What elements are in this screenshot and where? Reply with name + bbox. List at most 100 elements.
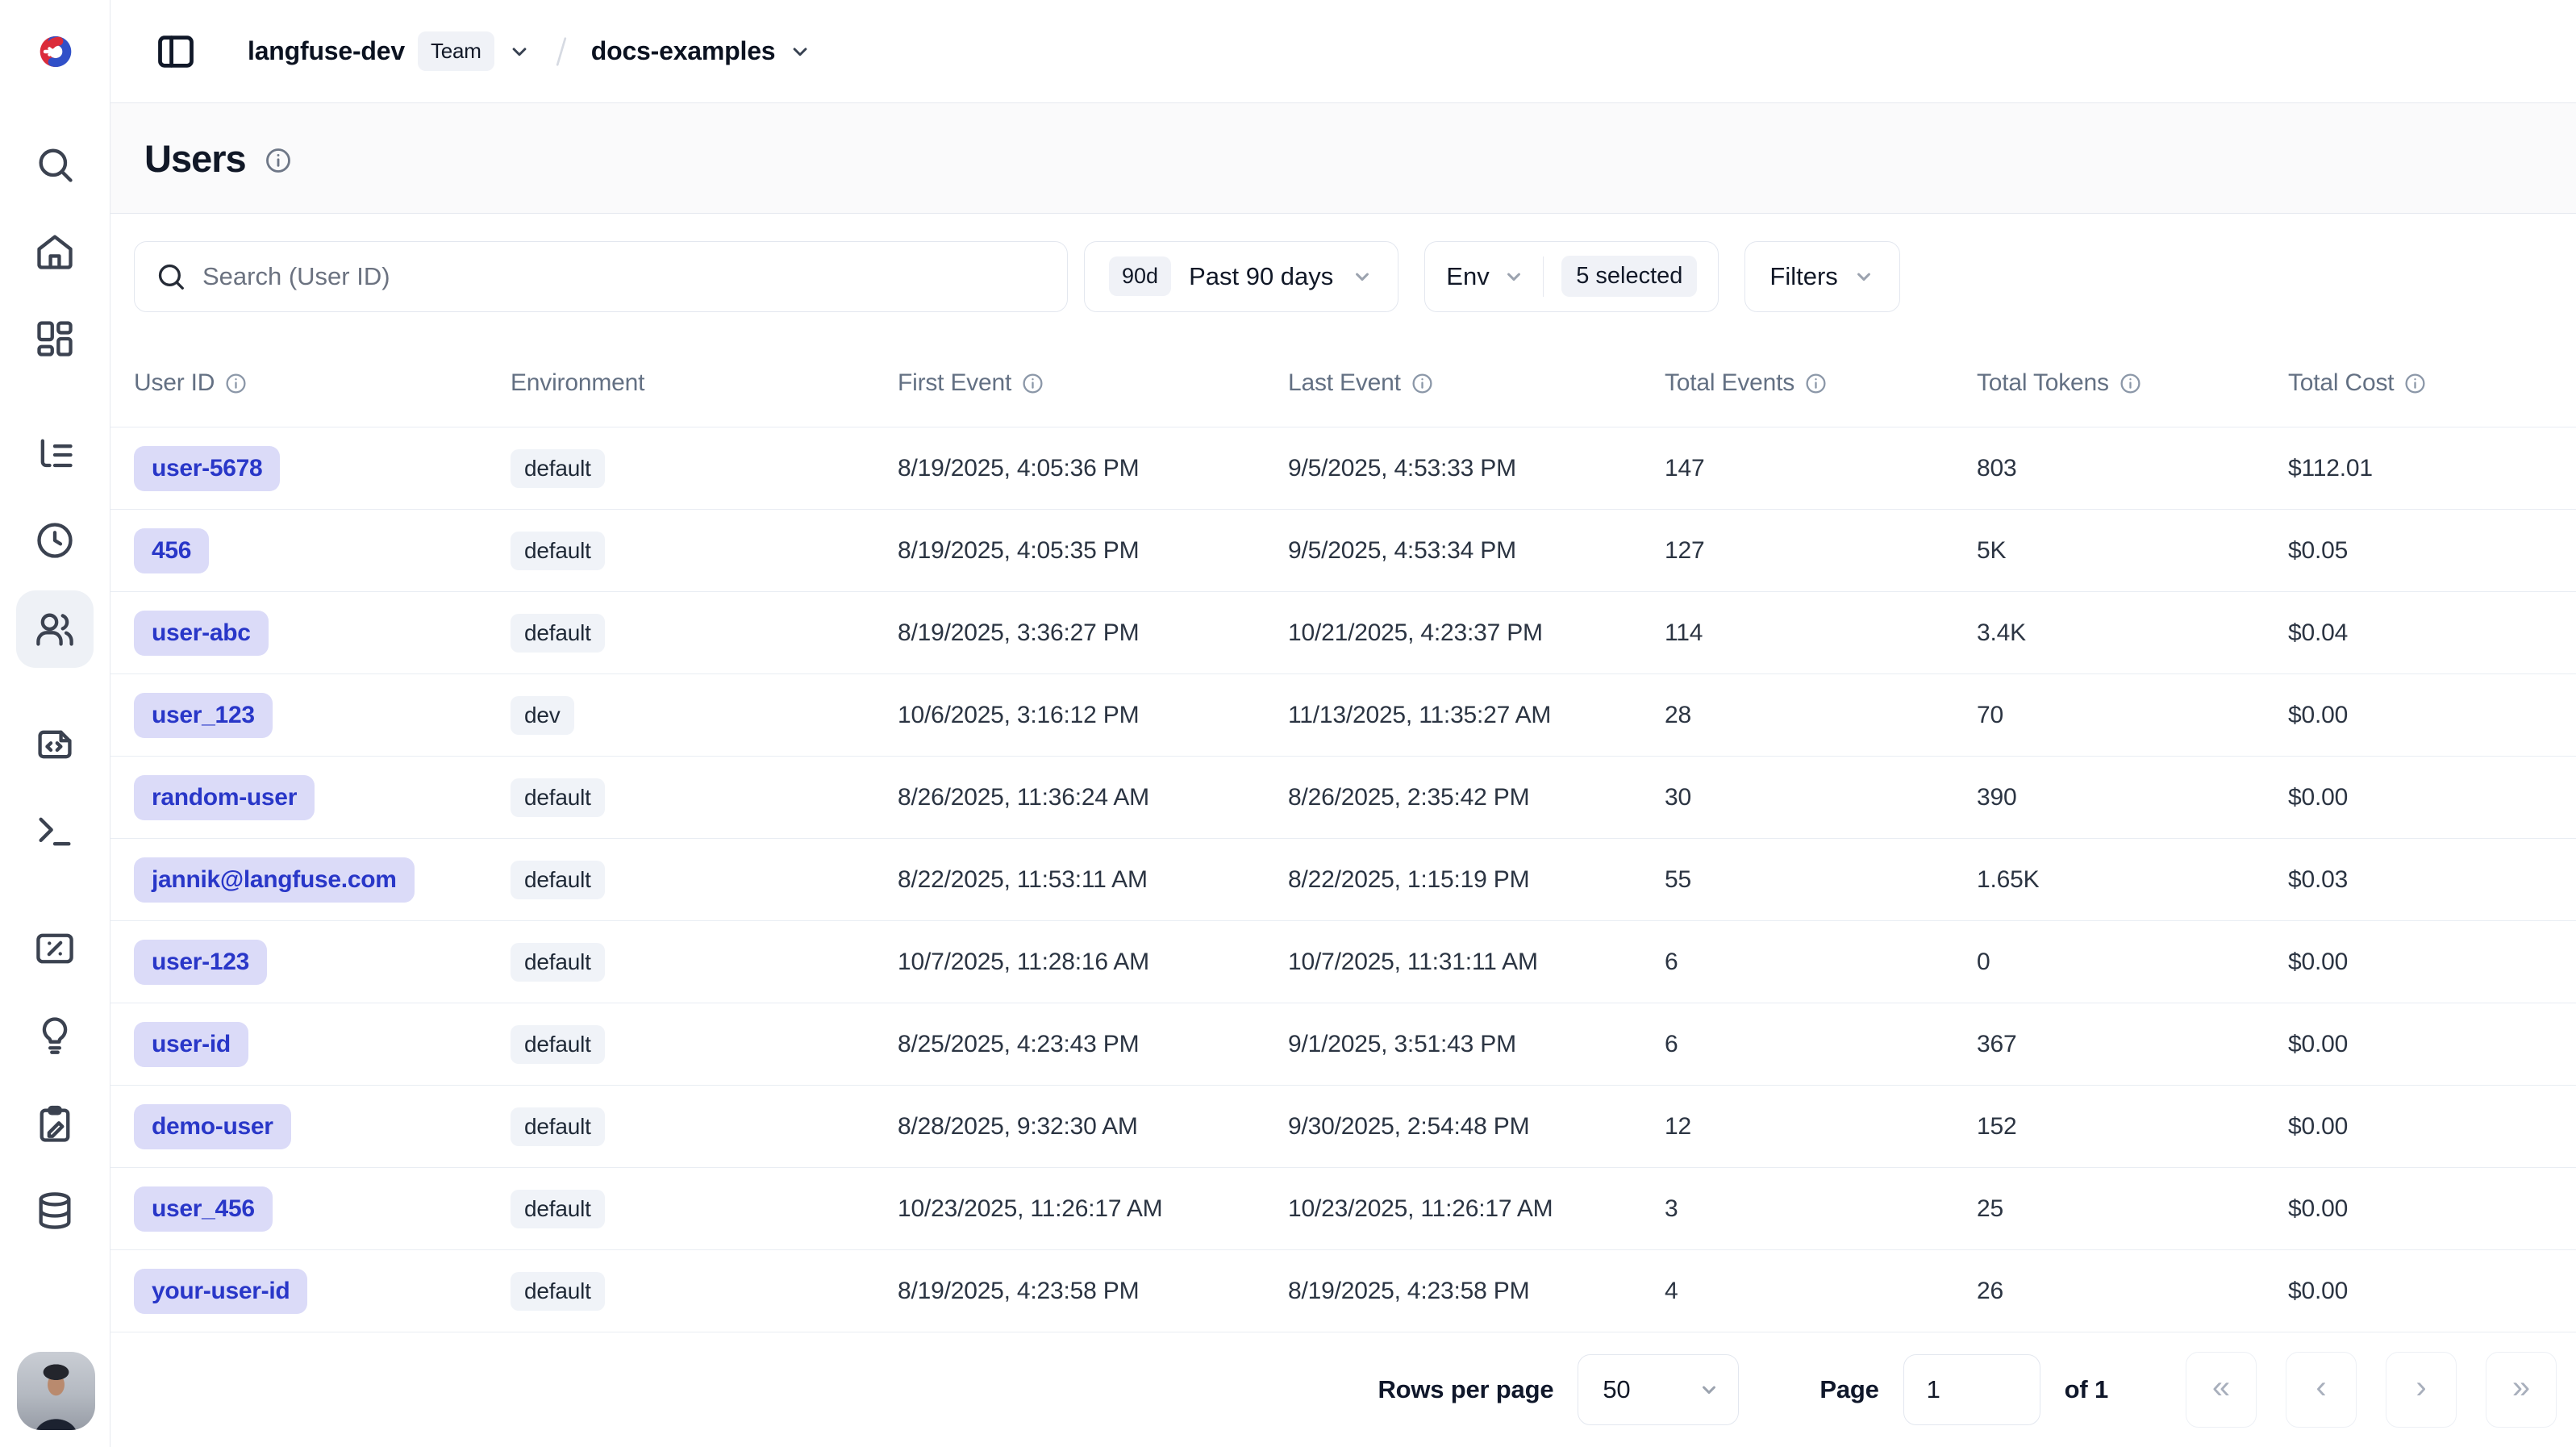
column-header-total_events[interactable]: Total Events (1665, 369, 1977, 397)
total-tokens-cell: 0 (1977, 949, 2288, 976)
first-page-button[interactable]: « (2186, 1352, 2257, 1428)
first-event-cell: 8/26/2025, 11:36:24 AM (898, 784, 1288, 811)
sidebar-prompts-icon[interactable] (16, 706, 94, 783)
rows-per-page-label: Rows per page (1378, 1375, 1553, 1404)
org-breadcrumb[interactable]: langfuse-dev Team (248, 31, 531, 71)
filter-bar: 90d Past 90 days Env 5 selected Filters (110, 214, 2576, 339)
total-events-cell: 114 (1665, 619, 1977, 647)
info-icon[interactable] (1804, 372, 1828, 395)
column-header-first_event[interactable]: First Event (898, 369, 1288, 397)
user-id-badge[interactable]: user-123 (134, 940, 267, 985)
environment-filter-button[interactable]: Env 5 selected (1424, 241, 1719, 312)
divider (1543, 256, 1544, 297)
total-cost-cell: $0.03 (2288, 866, 2576, 894)
column-header-total_tokens[interactable]: Total Tokens (1977, 369, 2288, 397)
user-id-badge[interactable]: user_456 (134, 1186, 273, 1232)
user-id-badge[interactable]: 456 (134, 528, 209, 573)
column-header-last_event[interactable]: Last Event (1288, 369, 1665, 397)
user-id-badge[interactable]: random-user (134, 775, 315, 820)
column-header-environment[interactable]: Environment (511, 369, 898, 397)
total-events-cell: 30 (1665, 784, 1977, 811)
total-events-cell: 147 (1665, 455, 1977, 482)
page-header: Users (110, 103, 2576, 214)
info-icon[interactable] (2403, 372, 2427, 395)
sidebar-datasets-icon[interactable] (16, 1172, 94, 1249)
table-row[interactable]: your-user-id default 8/19/2025, 4:23:58 … (110, 1250, 2576, 1332)
user-id-badge[interactable]: demo-user (134, 1104, 291, 1149)
environment-badge: default (511, 449, 605, 488)
sidebar-evals-icon[interactable] (16, 910, 94, 987)
sidebar-lightbulb-icon[interactable] (16, 996, 94, 1074)
first-event-cell: 8/22/2025, 11:53:11 AM (898, 866, 1288, 894)
total-cost-cell: $0.00 (2288, 1195, 2576, 1223)
table-row[interactable]: jannik@langfuse.com default 8/22/2025, 1… (110, 839, 2576, 921)
table-row[interactable]: user-id default 8/25/2025, 4:23:43 PM 9/… (110, 1003, 2576, 1086)
table-row[interactable]: user-123 default 10/7/2025, 11:28:16 AM … (110, 921, 2576, 1003)
table-row[interactable]: user_456 default 10/23/2025, 11:26:17 AM… (110, 1168, 2576, 1250)
info-icon[interactable] (2119, 372, 2142, 395)
total-events-cell: 6 (1665, 949, 1977, 976)
search-input[interactable] (202, 262, 1046, 291)
project-name: docs-examples (591, 36, 776, 66)
breadcrumb-separator (543, 33, 580, 70)
sidebar-toggle-icon[interactable] (152, 28, 199, 75)
user-id-badge[interactable]: user-id (134, 1022, 248, 1067)
previous-page-button[interactable]: ‹ (2286, 1352, 2357, 1428)
date-range-button[interactable]: 90d Past 90 days (1084, 241, 1398, 312)
sidebar-annotation-icon[interactable] (16, 1086, 94, 1163)
user-avatar[interactable] (17, 1352, 95, 1430)
table-row[interactable]: user-abc default 8/19/2025, 3:36:27 PM 1… (110, 592, 2576, 674)
table-row[interactable]: user-5678 default 8/19/2025, 4:05:36 PM … (110, 427, 2576, 510)
environment-badge: default (511, 861, 605, 899)
environment-badge: default (511, 1190, 605, 1228)
user-id-badge[interactable]: user_123 (134, 693, 273, 738)
total-events-cell: 3 (1665, 1195, 1977, 1223)
total-tokens-cell: 25 (1977, 1195, 2288, 1223)
rows-per-page-select[interactable]: 50 (1578, 1354, 1739, 1425)
total-events-cell: 55 (1665, 866, 1977, 894)
table-row[interactable]: random-user default 8/26/2025, 11:36:24 … (110, 757, 2576, 839)
date-range-label: Past 90 days (1189, 262, 1333, 291)
info-icon[interactable] (264, 146, 293, 175)
chevrons-right-icon: » (2512, 1371, 2530, 1403)
sidebar-users-icon[interactable] (16, 590, 94, 668)
total-tokens-cell: 152 (1977, 1113, 2288, 1141)
total-cost-cell: $0.04 (2288, 619, 2576, 647)
environment-badge: default (511, 1025, 605, 1064)
sidebar-sessions-icon[interactable] (16, 502, 94, 579)
column-header-total_cost[interactable]: Total Cost (2288, 369, 2576, 397)
next-page-button[interactable]: › (2386, 1352, 2457, 1428)
table-row[interactable]: 456 default 8/19/2025, 4:05:35 PM 9/5/20… (110, 510, 2576, 592)
info-icon[interactable] (224, 372, 248, 395)
total-events-cell: 12 (1665, 1113, 1977, 1141)
sidebar-dashboards-icon[interactable] (16, 300, 94, 377)
info-icon[interactable] (1021, 372, 1044, 395)
first-event-cell: 8/19/2025, 4:23:58 PM (898, 1278, 1288, 1305)
user-id-badge[interactable]: your-user-id (134, 1269, 307, 1314)
filters-label: Filters (1769, 262, 1837, 291)
page-number-input[interactable] (1903, 1354, 2040, 1425)
user-id-badge[interactable]: jannik@langfuse.com (134, 857, 415, 903)
user-id-badge[interactable]: user-5678 (134, 446, 280, 491)
users-table: User IDEnvironmentFirst EventLast EventT… (110, 339, 2576, 1332)
langfuse-logo-icon[interactable] (22, 18, 90, 85)
chevron-left-icon: ‹ (2315, 1371, 2326, 1403)
table-row[interactable]: user_123 dev 10/6/2025, 3:16:12 PM 11/13… (110, 674, 2576, 757)
sidebar-search-icon[interactable] (16, 126, 94, 203)
last-page-button[interactable]: » (2486, 1352, 2557, 1428)
last-event-cell: 10/7/2025, 11:31:11 AM (1288, 949, 1665, 976)
chevron-down-icon (788, 40, 812, 64)
org-badge: Team (418, 31, 494, 71)
sidebar-playground-icon[interactable] (16, 793, 94, 870)
pagination-bar: Rows per page 50 Page of 1 « ‹ › » (110, 1332, 2576, 1447)
sidebar-tracing-icon[interactable] (16, 416, 94, 494)
column-header-user_id[interactable]: User ID (134, 369, 511, 397)
table-row[interactable]: demo-user default 8/28/2025, 9:32:30 AM … (110, 1086, 2576, 1168)
environment-badge: default (511, 778, 605, 817)
column-header-label: User ID (134, 369, 215, 397)
project-breadcrumb[interactable]: docs-examples (591, 36, 813, 66)
sidebar-home-icon[interactable] (16, 213, 94, 290)
filters-button[interactable]: Filters (1744, 241, 1899, 312)
info-icon[interactable] (1411, 372, 1434, 395)
user-id-badge[interactable]: user-abc (134, 611, 269, 656)
